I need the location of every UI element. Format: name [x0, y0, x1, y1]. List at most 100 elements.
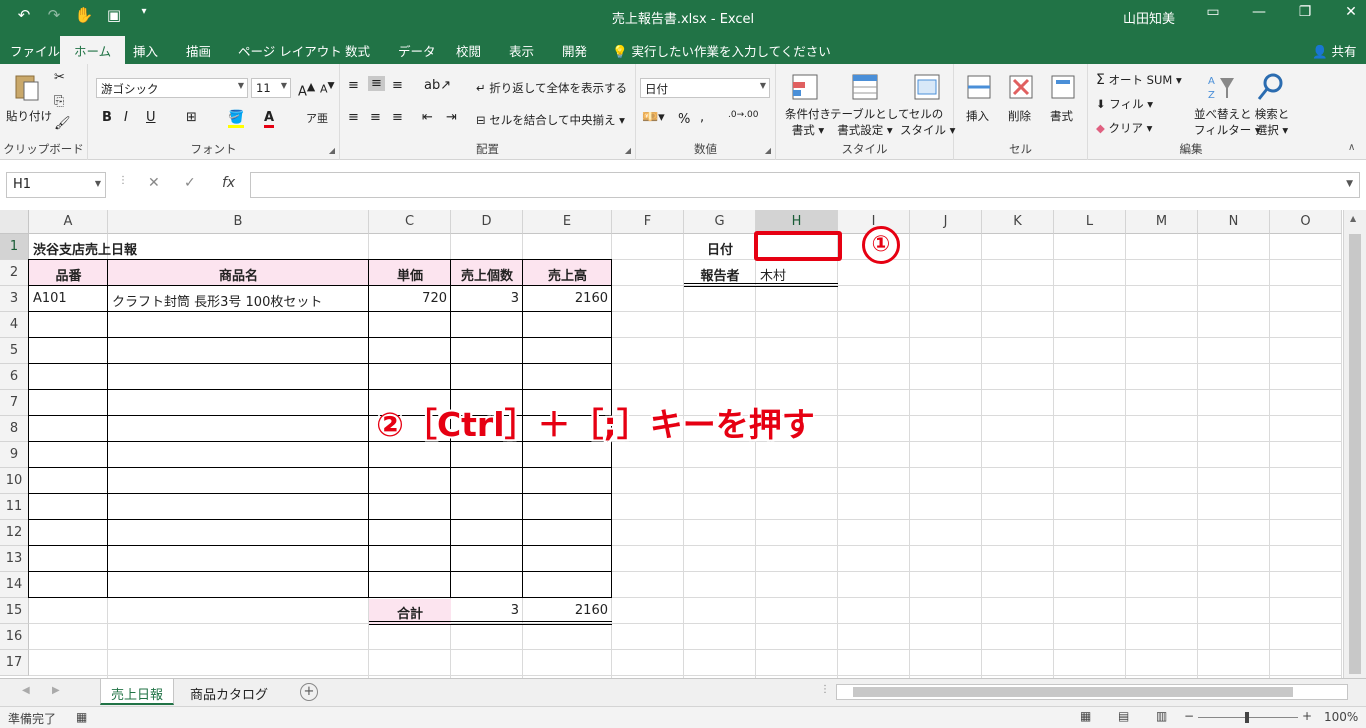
align-bottom-icon[interactable]: ≡ [392, 78, 403, 93]
column-header-J[interactable]: J [910, 210, 982, 234]
number-format-select[interactable]: 日付 ▼ [640, 78, 770, 98]
column-header-G[interactable]: G [684, 210, 756, 234]
row-header-8[interactable]: 8 [0, 416, 29, 442]
tab-insert[interactable]: 挿入 [133, 41, 158, 60]
cell-G1[interactable]: 日付 [684, 234, 756, 260]
tab-file[interactable]: ファイル [10, 41, 60, 60]
cell-C2[interactable]: 単価 [369, 260, 451, 286]
row-header-16[interactable]: 16 [0, 624, 29, 650]
vertical-scrollbar[interactable]: ▲ [1343, 210, 1366, 678]
tell-me-box[interactable]: 💡 実行したい作業を入力してください [612, 41, 831, 60]
sort-filter-button[interactable]: 並べ替えと フィルター ▾ [1194, 106, 1261, 138]
align-right-icon[interactable]: ≡ [392, 110, 403, 125]
conditional-formatting-button[interactable]: 条件付き 書式 ▾ [782, 106, 834, 138]
italic-button[interactable]: I [124, 110, 128, 125]
insert-cells-button[interactable]: 挿入 [966, 108, 989, 124]
cell-B2[interactable]: 商品名 [108, 260, 369, 286]
align-top-icon[interactable]: ≡ [348, 78, 359, 93]
delete-cells-button[interactable]: 削除 [1008, 108, 1031, 124]
row-header-10[interactable]: 10 [0, 468, 29, 494]
increase-indent-icon[interactable]: ⇥ [446, 110, 457, 125]
cell-C3[interactable]: 720 [369, 286, 451, 312]
normal-view-icon[interactable]: ▦ [1080, 709, 1091, 723]
row-header-1[interactable]: 1 [0, 234, 29, 260]
column-header-F[interactable]: F [612, 210, 684, 234]
column-header-E[interactable]: E [523, 210, 612, 234]
underline-button[interactable]: U [146, 110, 156, 125]
find-select-icon[interactable] [1256, 72, 1286, 102]
page-break-view-icon[interactable]: ▥ [1156, 709, 1167, 723]
column-header-L[interactable]: L [1054, 210, 1126, 234]
font-name-select[interactable]: 游ゴシック ▼ [96, 78, 248, 98]
row-header-17[interactable]: 17 [0, 650, 29, 676]
clear-button[interactable]: ◆ クリア ▾ [1096, 120, 1152, 136]
cell-E2[interactable]: 売上高 [523, 260, 612, 286]
cancel-icon[interactable]: ✕ [148, 175, 160, 191]
horizontal-scroll-thumb[interactable] [853, 687, 1293, 697]
row-header-14[interactable]: 14 [0, 572, 29, 598]
vertical-scroll-thumb[interactable] [1349, 234, 1361, 674]
dialog-launcher-icon[interactable]: ◢ [765, 146, 771, 155]
cut-icon[interactable]: ✂ [54, 70, 65, 85]
restore-icon[interactable]: ❐ [1282, 4, 1328, 20]
expand-formula-icon[interactable]: ▼ [1346, 179, 1353, 189]
paste-button[interactable]: 貼り付け [6, 108, 52, 124]
column-header-B[interactable]: B [108, 210, 369, 234]
column-header-C[interactable]: C [369, 210, 451, 234]
row-header-15[interactable]: 15 [0, 598, 29, 624]
column-header-D[interactable]: D [451, 210, 523, 234]
align-left-icon[interactable]: ≡ [348, 110, 359, 125]
horizontal-scrollbar[interactable] [836, 684, 1348, 700]
row-header-11[interactable]: 11 [0, 494, 29, 520]
row-header-6[interactable]: 6 [0, 364, 29, 390]
column-header-A[interactable]: A [29, 210, 108, 234]
column-header-M[interactable]: M [1126, 210, 1198, 234]
select-all-corner[interactable] [0, 210, 29, 234]
formula-input[interactable]: ▼ [250, 172, 1360, 198]
font-color-icon[interactable]: A [264, 110, 275, 128]
dialog-launcher-icon[interactable]: ◢ [329, 146, 335, 155]
row-header-4[interactable]: 4 [0, 312, 29, 338]
sheet-nav-prev-icon[interactable]: ◀ [22, 685, 30, 696]
sheet-tab-product-catalog[interactable]: 商品カタログ [180, 679, 278, 705]
cell-styles-icon[interactable] [912, 72, 942, 102]
sheet-nav-next-icon[interactable]: ▶ [52, 685, 60, 696]
row-header-13[interactable]: 13 [0, 546, 29, 572]
dialog-launcher-icon[interactable]: ◢ [625, 146, 631, 155]
zoom-in-icon[interactable]: + [1302, 709, 1312, 723]
tab-draw[interactable]: 描画 [186, 41, 211, 60]
orientation-icon[interactable]: ab↗ [424, 78, 451, 93]
shrink-font-icon[interactable]: A▼ [320, 80, 335, 96]
page-layout-view-icon[interactable]: ▤ [1118, 709, 1129, 723]
macro-record-icon[interactable]: ▦ [76, 710, 87, 724]
delete-cells-icon[interactable] [1006, 72, 1036, 102]
cell-E3[interactable]: 2160 [523, 286, 612, 312]
conditional-formatting-icon[interactable] [790, 72, 820, 102]
insert-cells-icon[interactable] [964, 72, 994, 102]
format-as-table-icon[interactable] [850, 72, 880, 102]
tab-review[interactable]: 校閲 [456, 41, 481, 60]
find-select-button[interactable]: 検索と 選択 ▾ [1254, 106, 1290, 138]
comma-style-icon[interactable]: , [700, 110, 704, 125]
tab-page-layout[interactable]: ページ レイアウト [238, 41, 342, 60]
format-painter-icon[interactable]: 🖌 [54, 116, 71, 131]
collapse-ribbon-icon[interactable]: ∧ [1348, 142, 1355, 153]
sheet-tab-sales-report[interactable]: 売上日報 [100, 679, 175, 705]
format-cells-button[interactable]: 書式 [1050, 108, 1073, 124]
decrease-indent-icon[interactable]: ⇤ [422, 110, 433, 125]
sort-filter-icon[interactable]: AZ [1206, 72, 1236, 102]
cell-D3[interactable]: 3 [451, 286, 523, 312]
cell-A2[interactable]: 品番 [29, 260, 108, 286]
row-header-7[interactable]: 7 [0, 390, 29, 416]
row-header-5[interactable]: 5 [0, 338, 29, 364]
tab-developer[interactable]: 開発 [562, 41, 587, 60]
close-icon[interactable]: ✕ [1328, 4, 1366, 20]
zoom-out-icon[interactable]: − [1184, 709, 1194, 723]
format-cells-icon[interactable] [1048, 72, 1078, 102]
bold-button[interactable]: B [102, 110, 112, 125]
fill-button[interactable]: ⬇ フィル ▾ [1096, 96, 1153, 112]
wrap-text-button[interactable]: ↵ 折り返して全体を表示する [476, 80, 627, 96]
enter-icon[interactable]: ✓ [184, 175, 196, 191]
paste-icon[interactable] [12, 72, 42, 102]
name-box[interactable]: H1 ▼ [6, 172, 106, 198]
